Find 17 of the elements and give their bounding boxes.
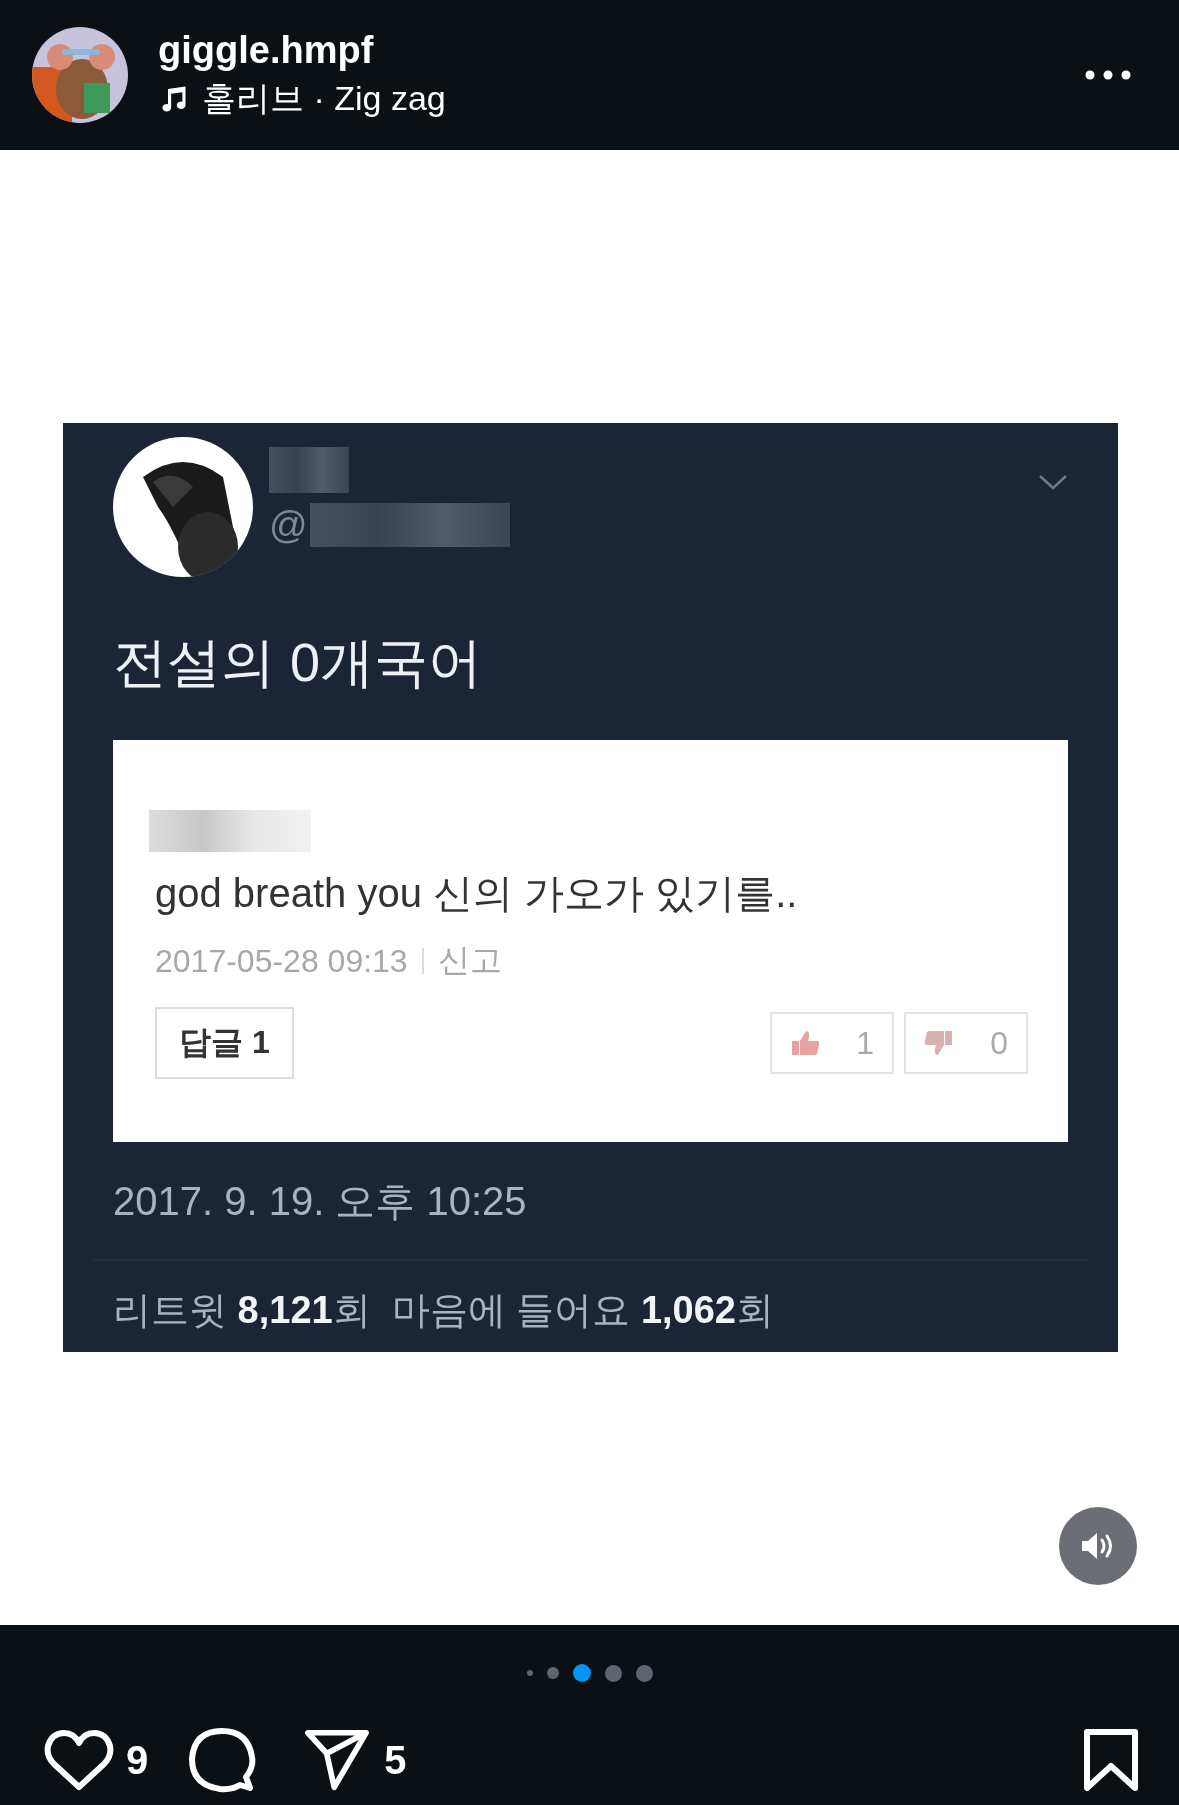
comment-date: 2017-05-28 09:13	[155, 942, 408, 980]
tweet-timestamp: 2017. 9. 19. 오후 10:25	[113, 1178, 528, 1225]
share-count[interactable]: 5	[384, 1737, 407, 1783]
chevron-down-icon	[1038, 473, 1068, 491]
heart-icon[interactable]	[44, 1729, 114, 1791]
tweet-text: 전설의 0개국어	[113, 631, 484, 694]
thumbs-down-icon	[924, 1029, 955, 1057]
tweet-stats: 리트윗 8,121회 마음에 들어요 1,062회	[113, 1288, 775, 1333]
comment-icon[interactable]	[188, 1727, 257, 1793]
username[interactable]: giggle.hmpf	[158, 28, 374, 72]
bookmark-icon[interactable]	[1083, 1728, 1139, 1792]
thumbs-up-icon	[790, 1029, 821, 1057]
handle-at-sign: @	[269, 503, 308, 547]
like-count[interactable]: 9	[126, 1737, 149, 1783]
more-options-icon[interactable]	[1085, 69, 1131, 81]
music-track[interactable]: 홀리브 · Zig zag	[202, 75, 446, 122]
comment-text: god breath you 신의 가오가 있기를..	[155, 870, 799, 917]
